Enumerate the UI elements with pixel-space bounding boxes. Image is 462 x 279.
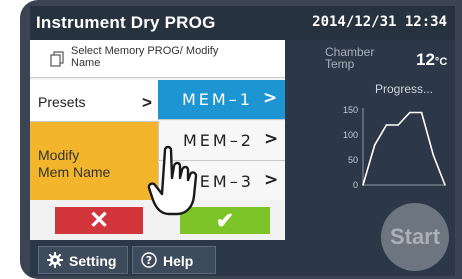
y-tick-label: 50 bbox=[348, 155, 358, 165]
progress-point bbox=[420, 111, 423, 114]
progress-point bbox=[385, 124, 388, 126]
chevron-right-icon: > bbox=[142, 93, 152, 112]
menu-item-modify-mem-name[interactable]: Modify Mem Name bbox=[30, 122, 158, 200]
progress-line-series-0 bbox=[362, 111, 446, 186]
memory-stack-icon bbox=[50, 51, 64, 67]
y-tick-label: 100 bbox=[343, 130, 358, 140]
chevron-right-icon: > bbox=[264, 170, 279, 190]
mem-1-button[interactable]: MEM–1 > bbox=[158, 80, 285, 120]
progress-point bbox=[409, 111, 411, 114]
progress-point bbox=[362, 184, 364, 186]
start-button[interactable]: Start bbox=[381, 203, 449, 271]
setting-label: Setting bbox=[69, 253, 117, 269]
bottom-bar: Setting ? Help bbox=[30, 240, 285, 276]
app-title: Instrument Dry PROG bbox=[36, 13, 216, 32]
section-header: Select Memory PROG/ Modify Name bbox=[30, 40, 285, 78]
screen: Instrument Dry PROG 2014/12/31 12:34 Sel… bbox=[0, 0, 462, 279]
progress-point bbox=[432, 154, 435, 156]
progress-point bbox=[373, 144, 376, 146]
progress-chart: 150 100 50 0 bbox=[343, 105, 446, 190]
header-bar: Instrument Dry PROG 2014/12/31 12:34 bbox=[30, 6, 455, 40]
section-title: Select Memory PROG/ Modify Name bbox=[71, 45, 219, 69]
progress-point bbox=[444, 184, 446, 186]
help-label: Help bbox=[163, 253, 194, 269]
mem-1-label: MEM–1 bbox=[182, 90, 253, 109]
presets-label: Presets bbox=[38, 94, 86, 110]
display: Instrument Dry PROG 2014/12/31 12:34 Sel… bbox=[30, 6, 455, 276]
hand-pointer-icon bbox=[147, 145, 198, 216]
gear-icon bbox=[47, 252, 63, 268]
modify-label-line1: Modify bbox=[38, 147, 80, 163]
right-panel: Chamber Temp 12°C Progress... 150 100 50 0 … bbox=[285, 40, 455, 276]
y-tick-label: 0 bbox=[353, 180, 358, 190]
cancel-button[interactable]: ✕ bbox=[55, 207, 143, 234]
y-tick-label: 150 bbox=[343, 105, 358, 115]
chevron-right-icon: > bbox=[263, 88, 278, 108]
setting-button[interactable]: Setting bbox=[38, 246, 128, 274]
help-button[interactable]: ? Help bbox=[132, 246, 216, 274]
chevron-right-icon: > bbox=[264, 129, 279, 149]
svg-text:?: ? bbox=[146, 254, 152, 267]
question-circle-icon: ? bbox=[141, 252, 157, 268]
modify-label-line2: Mem Name bbox=[38, 164, 111, 180]
progress-point bbox=[397, 124, 399, 126]
datetime: 2014/12/31 12:34 bbox=[312, 14, 447, 30]
menu-item-presets[interactable]: Presets > bbox=[30, 80, 158, 122]
